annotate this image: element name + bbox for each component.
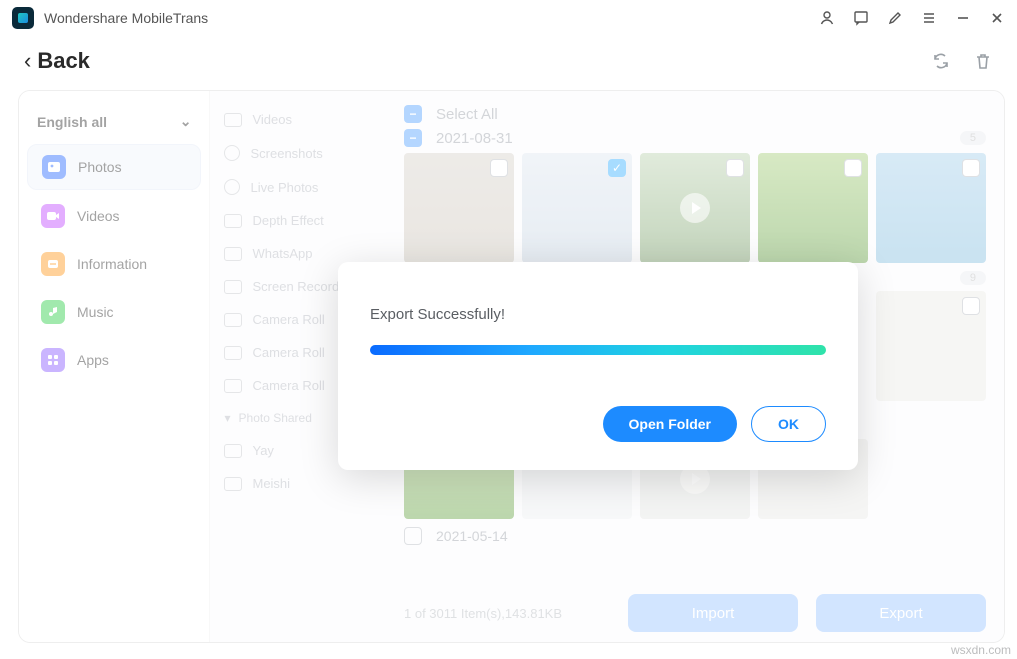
dialog-title: Export Successfully! bbox=[370, 306, 826, 323]
thumbnail-row: ✓ bbox=[404, 153, 986, 263]
app-logo-icon bbox=[12, 7, 34, 29]
videos-icon bbox=[41, 204, 65, 228]
edit-icon[interactable] bbox=[887, 10, 903, 26]
sidebar-item-information[interactable]: Information bbox=[27, 242, 201, 286]
thumb-checkbox[interactable] bbox=[962, 297, 980, 315]
app-title: Wondershare MobileTrans bbox=[44, 10, 208, 26]
folder-icon bbox=[224, 379, 242, 393]
count-badge: 9 bbox=[960, 271, 986, 285]
album-label: Camera Roll bbox=[252, 378, 324, 393]
album-label: WhatsApp bbox=[252, 246, 312, 261]
thumb-checkbox[interactable] bbox=[844, 159, 862, 177]
refresh-icon[interactable] bbox=[931, 51, 951, 71]
photo-thumbnail[interactable] bbox=[876, 291, 986, 401]
sidebar-item-videos[interactable]: Videos bbox=[27, 194, 201, 238]
photo-thumbnail[interactable] bbox=[404, 153, 514, 263]
titlebar-actions bbox=[819, 10, 1005, 26]
photo-thumbnail[interactable] bbox=[758, 153, 868, 263]
sidebar-item-label: Music bbox=[77, 304, 114, 320]
photo-thumbnail[interactable] bbox=[876, 153, 986, 263]
select-all-label: Select All bbox=[436, 106, 498, 123]
thumb-checkbox[interactable] bbox=[726, 159, 744, 177]
photos-icon bbox=[42, 155, 66, 179]
album-item-videos[interactable]: Videos bbox=[210, 103, 394, 136]
date-label: 2021-08-31 bbox=[436, 130, 513, 147]
album-item-meishi[interactable]: Meishi bbox=[210, 467, 394, 500]
open-folder-button[interactable]: Open Folder bbox=[603, 406, 737, 442]
music-icon bbox=[41, 300, 65, 324]
minimize-icon[interactable] bbox=[955, 10, 971, 26]
date-group-header[interactable]: 2021-05-14 bbox=[404, 527, 986, 545]
date-label: 2021-05-14 bbox=[436, 528, 508, 544]
sidebar-item-label: Videos bbox=[77, 208, 120, 224]
album-label: Camera Roll bbox=[252, 345, 324, 360]
folder-icon bbox=[224, 113, 242, 127]
sidebar-language-dropdown[interactable]: English all ⌄ bbox=[19, 103, 209, 140]
select-all-row[interactable]: − Select All bbox=[404, 105, 986, 123]
back-chevron-icon[interactable]: ‹ bbox=[24, 48, 31, 74]
album-label: Live Photos bbox=[250, 180, 318, 195]
information-icon bbox=[41, 252, 65, 276]
album-label: Screen Recorder bbox=[252, 279, 350, 294]
album-item-livephotos[interactable]: Live Photos bbox=[210, 170, 394, 204]
group-checkbox[interactable]: − bbox=[404, 129, 422, 147]
folder-icon bbox=[224, 444, 242, 458]
folder-icon bbox=[224, 313, 242, 327]
folder-icon bbox=[224, 477, 242, 491]
album-item-deptheffect[interactable]: Depth Effect bbox=[210, 204, 394, 237]
apps-icon bbox=[41, 348, 65, 372]
thumb-checkbox[interactable] bbox=[962, 159, 980, 177]
screenshot-icon bbox=[224, 145, 240, 161]
select-all-checkbox[interactable]: − bbox=[404, 105, 422, 123]
import-button[interactable]: Import bbox=[628, 594, 798, 632]
album-item-screenshots[interactable]: Screenshots bbox=[210, 136, 394, 170]
export-success-dialog: Export Successfully! Open Folder OK bbox=[338, 262, 858, 470]
thumb-checkbox[interactable]: ✓ bbox=[608, 159, 626, 177]
ok-button[interactable]: OK bbox=[751, 406, 826, 442]
back-bar: ‹ Back bbox=[0, 36, 1017, 86]
menu-icon[interactable] bbox=[921, 10, 937, 26]
album-label: Yay bbox=[252, 443, 273, 458]
progress-bar bbox=[370, 345, 826, 355]
album-label: Depth Effect bbox=[252, 213, 323, 228]
thumb-checkbox[interactable] bbox=[490, 159, 508, 177]
export-button[interactable]: Export bbox=[816, 594, 986, 632]
folder-icon bbox=[224, 247, 242, 261]
sidebar-item-label: Apps bbox=[77, 352, 109, 368]
photo-thumbnail[interactable] bbox=[640, 153, 750, 263]
sidebar-item-apps[interactable]: Apps bbox=[27, 338, 201, 382]
selection-status: 1 of 3011 Item(s),143.81KB bbox=[404, 606, 562, 621]
bottom-bar: 1 of 3011 Item(s),143.81KB Import Export bbox=[404, 594, 986, 632]
album-section-label: Photo Shared bbox=[239, 411, 312, 425]
album-label: Screenshots bbox=[250, 146, 322, 161]
sidebar-item-photos[interactable]: Photos bbox=[27, 144, 201, 190]
date-group-header[interactable]: − 2021-08-31 5 bbox=[404, 129, 986, 147]
album-label: Camera Roll bbox=[252, 312, 324, 327]
chevron-down-icon: ⌄ bbox=[180, 113, 192, 130]
album-label: Videos bbox=[252, 112, 292, 127]
close-icon[interactable] bbox=[989, 10, 1005, 26]
sidebar-item-music[interactable]: Music bbox=[27, 290, 201, 334]
title-bar: Wondershare MobileTrans bbox=[0, 0, 1017, 36]
sidebar-item-label: Photos bbox=[78, 159, 122, 175]
sidebar-item-label: Information bbox=[77, 256, 147, 272]
sidebar-header-label: English all bbox=[37, 114, 107, 130]
album-label: Meishi bbox=[252, 476, 290, 491]
folder-icon bbox=[224, 346, 242, 360]
group-checkbox[interactable] bbox=[404, 527, 422, 545]
photo-thumbnail[interactable]: ✓ bbox=[522, 153, 632, 263]
delete-icon[interactable] bbox=[973, 51, 993, 71]
play-icon bbox=[680, 193, 710, 223]
count-badge: 5 bbox=[960, 131, 986, 145]
back-label[interactable]: Back bbox=[37, 48, 90, 74]
sidebar: English all ⌄ Photos Videos Information … bbox=[19, 91, 210, 642]
chevron-down-icon: ▾ bbox=[224, 411, 230, 425]
livephoto-icon bbox=[224, 179, 240, 195]
watermark: wsxdn.com bbox=[951, 643, 1011, 657]
folder-icon bbox=[224, 280, 242, 294]
folder-icon bbox=[224, 214, 242, 228]
feedback-icon[interactable] bbox=[853, 10, 869, 26]
account-icon[interactable] bbox=[819, 10, 835, 26]
